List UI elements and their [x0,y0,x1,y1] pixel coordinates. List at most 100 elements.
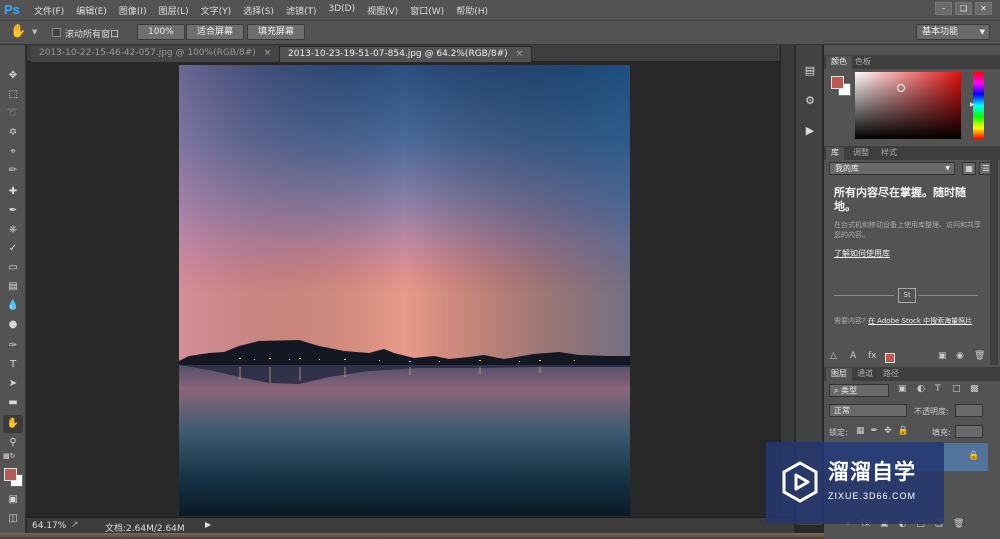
menu-help[interactable]: 帮助(H) [456,4,488,17]
tab-paths[interactable]: 路径 [878,368,904,381]
healing-brush-tool-icon[interactable]: ✚ [3,183,23,201]
close-icon[interactable]: × [516,49,524,59]
type-tool-icon[interactable]: T [3,356,23,374]
brush-tool-icon[interactable]: ✒ [3,202,23,220]
document-tab[interactable]: 2013-10-22-15-46-42-057.jpg @ 100%(RGB/8… [31,46,280,62]
menu-edit[interactable]: 编辑(E) [76,4,107,17]
stock-search-prefix: 需要内容? [834,317,866,325]
lock-all-icon[interactable]: 🔒 [898,426,909,436]
stock-icon[interactable]: ▣ [938,351,947,361]
fill-screen-button[interactable]: 填充屏幕 [247,24,306,40]
menu-image[interactable]: 图像(I) [119,4,147,17]
history-icon[interactable]: ▤ [802,63,818,79]
tab-swatches[interactable]: 色板 [850,56,876,69]
rectangle-tool-icon[interactable]: ▬ [3,394,23,412]
move-tool-icon[interactable]: ✥ [3,67,23,85]
menu-type[interactable]: 文字(Y) [201,4,232,17]
restore-button[interactable]: ❏ [955,2,972,15]
grid-view-icon[interactable]: ▦ [962,162,976,175]
delete-icon[interactable]: 🗑 [974,351,985,361]
share-icon[interactable]: ↗ [71,520,79,530]
color-picker-cursor[interactable] [897,84,905,92]
clone-stamp-tool-icon[interactable]: ⎈ [3,221,23,239]
color-picker-field[interactable] [855,72,961,139]
layer-kind-filter[interactable]: ⌕ 类型 [829,384,889,397]
lock-transparent-icon[interactable]: ▦ [856,426,865,436]
eraser-tool-icon[interactable]: ▭ [3,259,23,277]
delete-layer-icon[interactable]: 🗑 [953,519,964,529]
blur-tool-icon[interactable]: 💧 [3,297,23,315]
library-select[interactable]: 我的库 ▼ [829,162,955,175]
properties-icon[interactable]: ⚙ [802,93,818,109]
zoom-100-button[interactable]: 100% [137,24,185,40]
actions-icon[interactable]: ▶ [802,123,818,139]
quick-select-tool-icon[interactable]: ✡ [3,124,23,142]
blend-mode-select[interactable]: 正常 [829,404,907,417]
zoom-level[interactable]: 64.17% [32,521,66,531]
close-icon[interactable]: × [264,48,272,58]
marquee-tool-icon[interactable]: ⬚ [3,86,23,104]
tab-color[interactable]: 颜色 [826,56,852,69]
minimize-button[interactable]: – [935,2,952,15]
eyedropper-tool-icon[interactable]: ✏ [3,162,23,180]
fit-screen-button[interactable]: 适合屏幕 [186,24,245,40]
lock-paint-icon[interactable]: ✒ [871,426,879,436]
menu-file[interactable]: 文件(F) [34,4,64,17]
tool-preset-caret-icon[interactable]: ▼ [32,28,37,36]
scroll-all-windows-checkbox[interactable] [52,28,61,37]
fill-field[interactable] [955,425,983,438]
tab-libraries[interactable]: 库 [826,147,844,160]
adjustment-filter-icon[interactable]: ◐ [917,384,925,394]
tab-adjustments[interactable]: 调整 [848,147,874,160]
document-tab-active[interactable]: 2013-10-23-19-51-07-854.jpg @ 64.2%(RGB/… [279,46,533,62]
tab-channels[interactable]: 通道 [852,368,878,381]
menu-view[interactable]: 视图(V) [367,4,398,17]
add-layer-style-icon[interactable]: fx [868,351,877,361]
crop-tool-icon[interactable]: ⌖ [3,143,23,161]
type-filter-icon[interactable]: T [935,384,941,394]
history-brush-tool-icon[interactable]: ✓ [3,240,23,258]
lasso-tool-icon[interactable]: ➰ [3,105,23,123]
pen-tool-icon[interactable]: ✑ [3,337,23,355]
menu-select[interactable]: 选择(S) [243,4,274,17]
gradient-tool-icon[interactable]: ▤ [3,278,23,296]
path-selection-tool-icon[interactable]: ➤ [3,375,23,393]
tab-layers[interactable]: 图层 [826,368,852,381]
menu-filter[interactable]: 滤镜(T) [286,4,317,17]
shape-filter-icon[interactable]: □ [952,384,961,394]
adobe-stock-icon: St [898,288,916,303]
menu-layer[interactable]: 图层(L) [159,4,189,17]
zoom-tool-icon[interactable]: ⚲ [3,434,23,452]
stock-search-link[interactable]: 在 Adobe Stock 中搜索海量照片 [868,317,972,325]
library-scrollbar[interactable] [990,160,998,365]
default-colors-icon[interactable]: ▩↻ [3,451,23,461]
workspace-select[interactable]: 基本功能 ▼ [916,24,990,40]
smart-object-filter-icon[interactable]: ▩ [970,384,979,394]
library-learn-link[interactable]: 了解如何使用库 [834,248,890,259]
sync-icon[interactable]: ◉ [956,351,964,361]
hand-tool-icon[interactable]: ✋ [3,415,23,433]
foreground-color-swatch[interactable] [4,468,17,481]
hue-pointer-icon[interactable]: ▶ [970,101,975,108]
menu-window[interactable]: 窗口(W) [410,4,444,17]
lock-options: ▦ ✒ ✥ 🔒 [856,426,909,436]
play-logo-icon [782,461,818,503]
add-graphic-icon[interactable]: △ [830,351,837,361]
menu-3d[interactable]: 3D(D) [328,4,355,17]
tab-styles[interactable]: 样式 [876,147,902,160]
chevron-down-icon: ▼ [945,165,950,172]
add-character-style-icon[interactable]: A [850,351,856,361]
lock-move-icon[interactable]: ✥ [884,426,892,436]
pixel-filter-icon[interactable]: ▣ [898,384,907,394]
dodge-tool-icon[interactable]: ● [3,316,23,334]
quick-mask-icon[interactable]: ▣ [3,491,23,509]
screen-mode-icon[interactable]: ◫ [3,510,23,528]
foreground-color-swatch[interactable] [831,76,844,89]
document-image[interactable] [179,65,630,516]
hand-tool-icon[interactable]: ✋ [10,24,26,39]
opacity-field[interactable] [955,404,983,417]
canvas-area[interactable] [27,62,780,517]
add-color-swatch[interactable] [885,353,895,363]
close-button[interactable]: ✕ [975,2,992,15]
status-menu-arrow-icon[interactable]: ▶ [205,520,211,529]
